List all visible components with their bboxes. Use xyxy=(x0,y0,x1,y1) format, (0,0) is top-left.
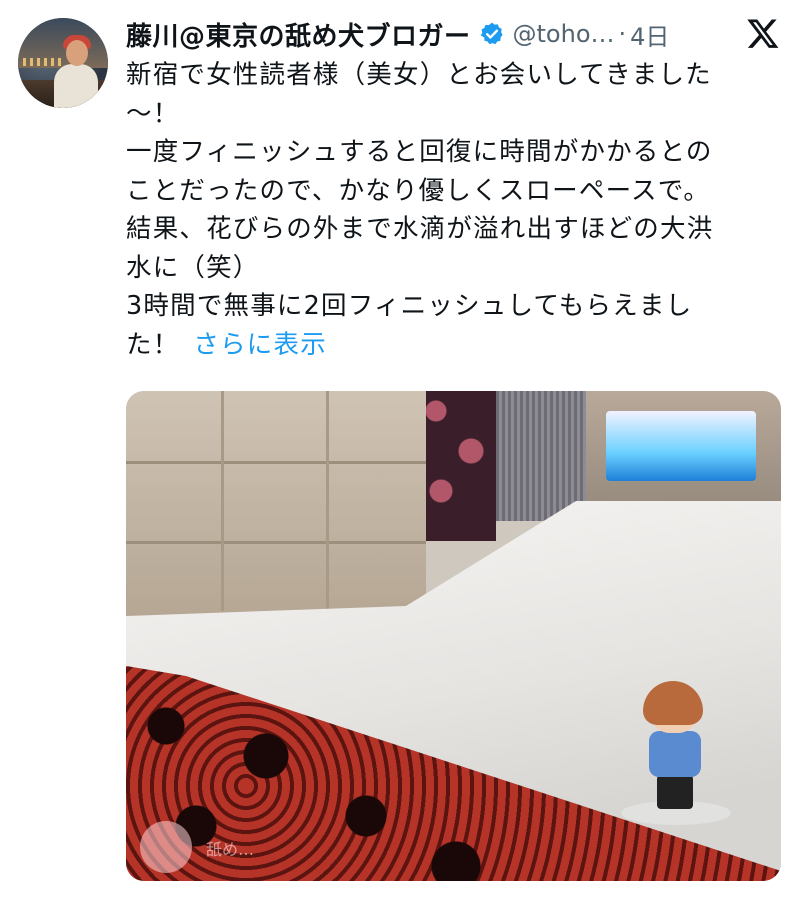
author-name[interactable]: 藤川@東京の舐め犬ブロガー xyxy=(126,16,471,53)
post-text-line: 3時間で無事に2回フィニッシュしてもらえまし xyxy=(126,291,693,321)
post-text: 新宿で女性読者様（美女）とお会いしてきました 〜！ 一度フィニッシュすると回復に… xyxy=(126,56,766,364)
author-handle[interactable]: @toho… xyxy=(513,20,615,48)
post-timestamp[interactable]: 4日 xyxy=(630,17,669,52)
show-more-link[interactable]: さらに表示 xyxy=(193,330,327,360)
post-text-line: 結果、花びらの外まで水滴が溢れ出すほどの大洪 xyxy=(126,214,714,244)
headboard-wall xyxy=(126,391,426,631)
post-text-line: 一度フィニッシュすると回復に時間がかかるとの xyxy=(126,137,713,167)
post-text-line: ことだったので、かなり優しくスローペースで。 xyxy=(126,175,711,206)
post-text-line: 〜！ xyxy=(126,98,180,129)
watermark-text: 舐め… xyxy=(206,840,255,859)
x-logo-icon xyxy=(747,19,779,48)
tv-screen xyxy=(606,411,756,481)
post-header: 藤川@東京の舐め犬ブロガー @toho… · 4日 xyxy=(126,14,780,54)
post-text-line: た！ xyxy=(126,329,180,360)
post-image[interactable]: 舐め… xyxy=(126,391,781,881)
header-separator: · xyxy=(618,20,627,48)
post-text-line: 新宿で女性読者様（美女）とお会いしてきました xyxy=(126,60,712,90)
watermark-logo xyxy=(140,821,192,873)
post-text-line: 水に（笑） xyxy=(126,252,260,283)
verified-badge-icon xyxy=(480,22,503,45)
acrylic-stand-figure xyxy=(621,681,731,825)
post-text-last-line: た！ さらに表示 xyxy=(126,326,766,365)
author-avatar[interactable] xyxy=(18,18,108,108)
